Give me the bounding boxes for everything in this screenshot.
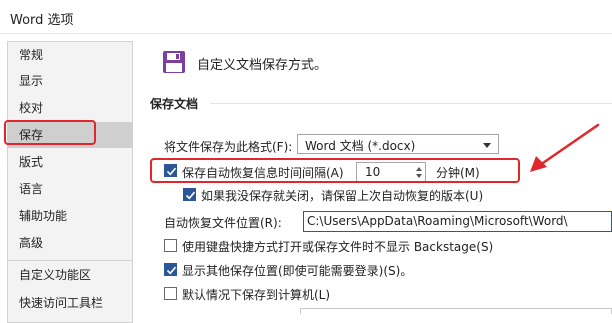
annotation-arrow-icon bbox=[530, 123, 600, 172]
